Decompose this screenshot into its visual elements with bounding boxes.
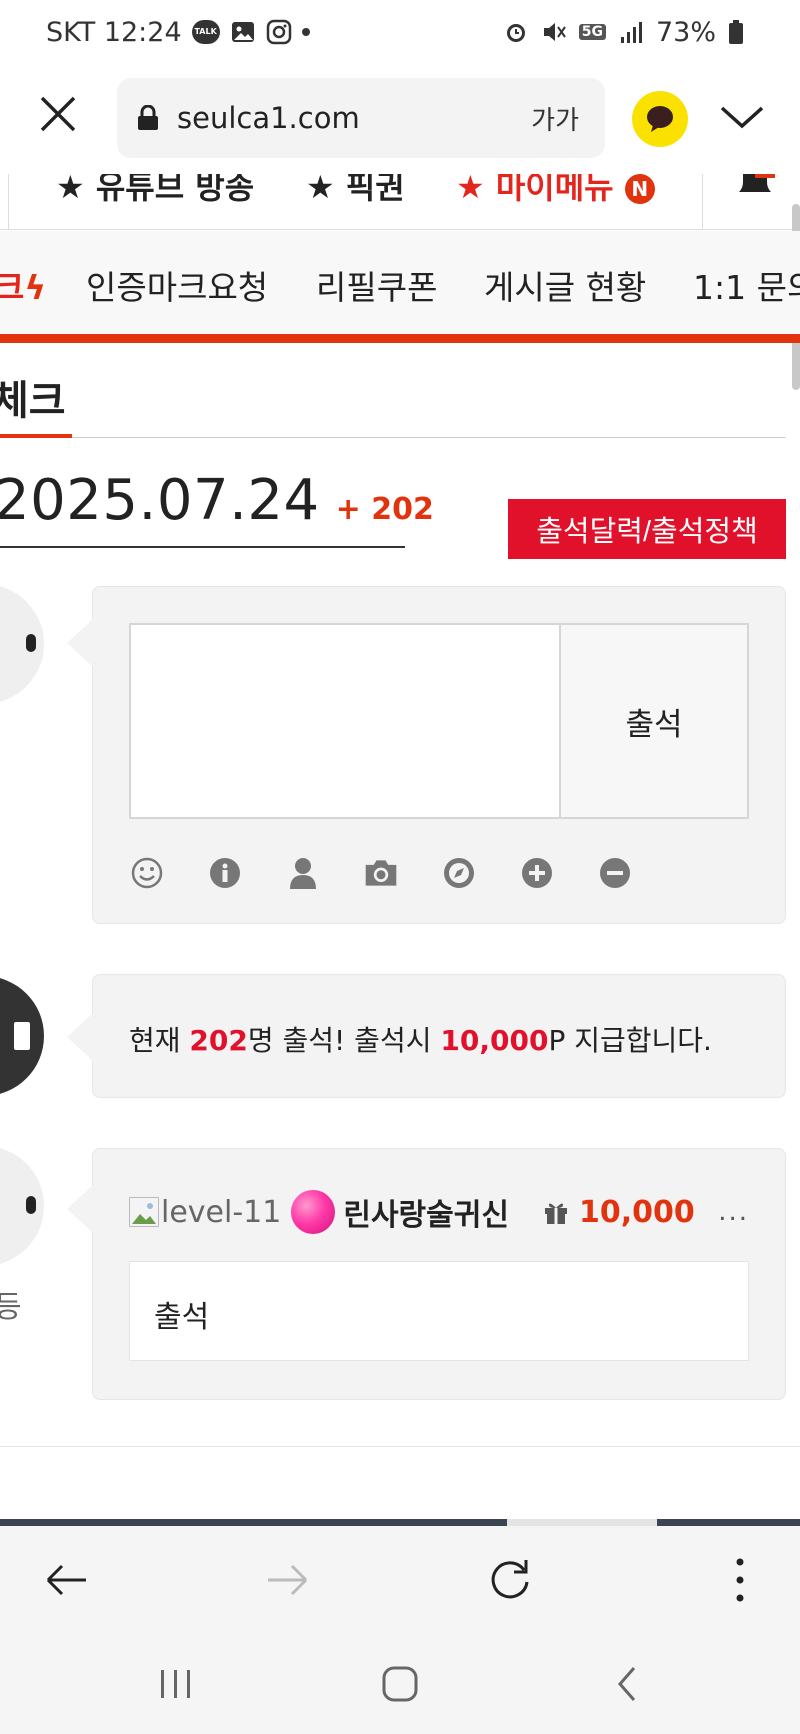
level-image-alt: level-11 [161, 1194, 282, 1230]
browser-url-bar: seulca1.com 가가 [0, 64, 800, 174]
reload-icon[interactable] [486, 1556, 534, 1604]
entry-avatar [0, 1146, 44, 1266]
network-type-label: 5G [578, 24, 606, 40]
entry-user-row: level-11 린사랑술귀신 10,000 ... [129, 1187, 749, 1237]
avatar-glyph-icon [26, 1196, 36, 1214]
mymenu-label: ★ 마이메뉴 [456, 174, 614, 206]
more-notifications-dot-icon [301, 28, 310, 36]
avatar [0, 584, 44, 704]
level-image: level-11 [129, 1195, 281, 1230]
plus-circle-icon[interactable] [519, 855, 555, 891]
info-icon[interactable] [207, 855, 243, 891]
nav-tab-refill-coupon[interactable]: 리필쿠폰 [316, 261, 437, 309]
more-vertical-icon[interactable] [716, 1556, 764, 1604]
notice-glyph-icon [14, 1022, 30, 1050]
date-row: 2025.07.24 + 202 [0, 468, 434, 533]
notice-avatar [0, 976, 44, 1096]
section-title-underline [0, 434, 72, 438]
status-bar: SKT 12:24 TALK 5G 73% [0, 0, 800, 64]
status-time: SKT 12:24 [46, 16, 182, 48]
lock-icon [137, 104, 159, 131]
user-icon[interactable] [285, 855, 321, 891]
nav-tab-post-status[interactable]: 게시글 현황 [484, 261, 646, 309]
entry-points: 10,000 [578, 1194, 695, 1230]
gift-icon [543, 1199, 569, 1225]
browser-toolbar [0, 1526, 800, 1634]
entry-nickname[interactable]: 린사랑술귀신 [343, 1190, 509, 1234]
address-bar[interactable]: seulca1.com 가가 [117, 78, 605, 158]
web-content: ★ 유튜브 방송 ★ 픽권 ★ 마이메뉴 N 크ϟ 인증마크요청 리필쿠폰 게시… [0, 174, 800, 1526]
attendance-date: 2025.07.24 [0, 468, 320, 533]
date-underline [0, 546, 405, 548]
broken-image-icon [129, 1197, 159, 1227]
attendance-entry: level-11 린사랑술귀신 10,000 ... 출석 [67, 1148, 786, 1400]
signal-icon [618, 19, 644, 45]
attendance-form: 출석 [67, 586, 786, 924]
sub-navigation: 크ϟ 인증마크요청 리필쿠폰 게시글 현황 1:1 문의 [0, 231, 800, 341]
close-icon[interactable] [38, 94, 78, 134]
nav-accent-bar [0, 334, 800, 343]
camera-icon[interactable] [363, 855, 399, 891]
attendance-count-badge: + 202 [335, 492, 434, 527]
menu-divider [8, 174, 9, 229]
chevron-down-icon[interactable] [718, 102, 766, 132]
new-badge: N [624, 174, 655, 204]
more-options-button[interactable]: ... [718, 1197, 749, 1227]
font-size-button[interactable]: 가가 [531, 100, 579, 137]
mute-icon [541, 19, 567, 45]
top-menu-item-mymenu[interactable]: ★ 마이메뉴 N [456, 174, 655, 208]
notice-text: 현재 202명 출석! 출석시 10,000P 지급합니다. [129, 1019, 712, 1059]
menu-divider [702, 174, 703, 229]
lightning-icon: ϟ [24, 268, 47, 307]
system-navigation-bar [0, 1634, 800, 1734]
smile-icon[interactable] [129, 855, 165, 891]
section-title: 체크 [0, 378, 66, 424]
section-divider [0, 437, 786, 438]
attendance-total-count: 202 [189, 1024, 248, 1057]
footer-bar-highlight [507, 1519, 657, 1526]
entry-comment: 출석 [129, 1261, 749, 1361]
system-back-icon[interactable] [612, 1664, 642, 1704]
rank-fragment: 등 [0, 1290, 22, 1325]
alarm-icon [503, 19, 529, 45]
back-arrow-icon[interactable] [42, 1556, 90, 1604]
nav-tab-partial[interactable]: 크ϟ [0, 261, 46, 309]
notice-suffix: P 지급합니다. [548, 1024, 712, 1057]
kakaotalk-share-button[interactable] [632, 91, 688, 147]
minus-circle-icon[interactable] [597, 855, 633, 891]
nav-tab-inquiry[interactable]: 1:1 문의 [693, 261, 800, 309]
nav-tab-partial-label: 크 [0, 268, 25, 307]
attendance-calendar-button[interactable]: 출석달력/출석정책 [508, 499, 786, 559]
bell-icon[interactable] [735, 174, 775, 196]
member-grade-icon [291, 1190, 336, 1234]
top-menu-item-pick[interactable]: ★ 픽권 [306, 174, 405, 208]
content-divider [0, 1446, 800, 1447]
home-icon[interactable] [380, 1664, 420, 1704]
battery-percent: 73% [655, 16, 716, 48]
forward-arrow-icon[interactable] [264, 1556, 312, 1604]
compass-icon[interactable] [441, 855, 477, 891]
attendance-notice: 현재 202명 출석! 출석시 10,000P 지급합니다. [67, 974, 786, 1098]
attendance-reward-points: 10,000 [440, 1024, 549, 1057]
nav-tab-verification-mark[interactable]: 인증마크요청 [86, 261, 268, 309]
battery-icon [728, 19, 754, 45]
instagram-notification-icon [266, 19, 292, 45]
comment-toolbar [129, 855, 633, 891]
gallery-notification-icon [230, 19, 256, 45]
attendance-comment-input[interactable] [129, 623, 561, 819]
avatar-glyph-icon [26, 634, 36, 652]
top-menu: ★ 유튜브 방송 ★ 픽권 ★ 마이메뉴 N [0, 174, 800, 230]
footer-bar [0, 1519, 800, 1526]
kakaotalk-icon [647, 106, 673, 132]
recent-apps-icon[interactable] [158, 1664, 194, 1704]
attendance-submit-button[interactable]: 출석 [559, 623, 749, 819]
notice-prefix: 현재 [129, 1024, 190, 1057]
top-menu-item-youtube[interactable]: ★ 유튜브 방송 [56, 174, 254, 208]
kakaotalk-notification-icon: TALK [191, 20, 220, 44]
url-text: seulca1.com [177, 101, 360, 135]
notice-middle: 명 출석! 출석시 [247, 1024, 441, 1057]
